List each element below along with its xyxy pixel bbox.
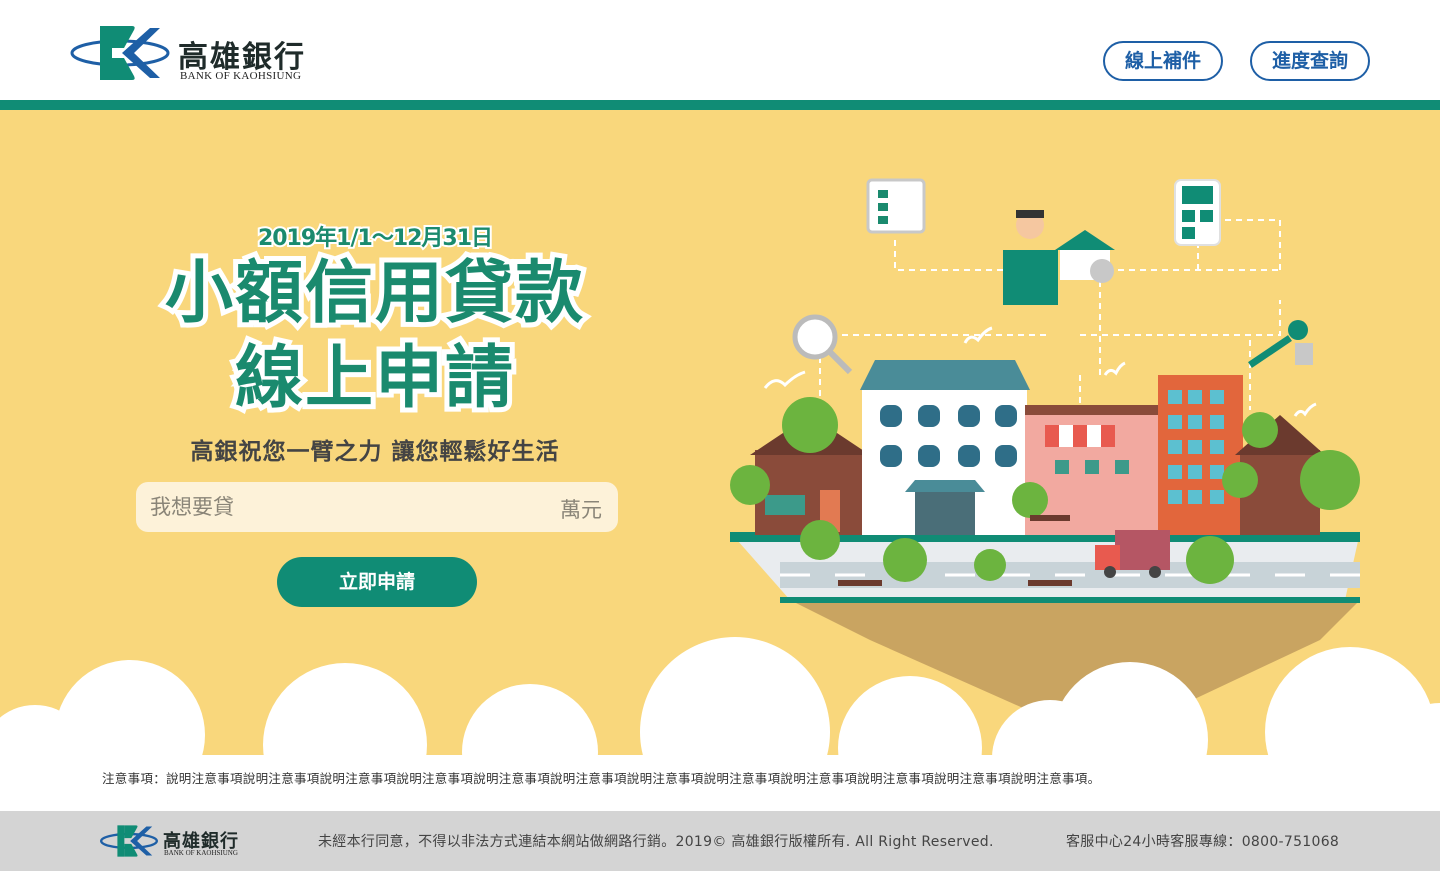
promo-date-range: 2019年1/1～12月31日: [256, 224, 495, 253]
hero-banner: 2019年1/1～12月31日 小額信用貸款 線上申請 高銀祝您一臂之力 讓您輕…: [0, 110, 1440, 765]
loan-amount-field[interactable]: 萬元: [136, 482, 618, 532]
hero-title-line2: 線上申請: [230, 339, 518, 418]
hero-slogan: 高銀祝您一臂之力 讓您輕鬆好生活: [190, 439, 560, 465]
disclaimer-notes: 注意事項：說明注意事項說明注意事項說明注意事項說明注意事項說明注意事項說明注意事…: [102, 771, 1101, 786]
progress-query-button[interactable]: 進度查詢: [1250, 41, 1370, 81]
footer-logo-mark-icon: [100, 825, 158, 857]
copyright-text: 未經本行同意，不得以非法方式連結本網站做網路行銷。2019© 高雄銀行版權所有.…: [318, 834, 994, 850]
footer-bank-logo[interactable]: 高雄銀行 BANK OF KAOHSIUNG: [100, 823, 260, 859]
hero-title-line1: 小額信用貸款: [160, 254, 588, 333]
footer-bank-name-en: BANK OF KAOHSIUNG: [164, 849, 238, 857]
cloud-border: [0, 637, 1440, 765]
site-header: 高雄銀行 BANK OF KAOHSIUNG 線上補件 進度查詢: [0, 0, 1440, 100]
bank-logo-mark-icon: [70, 26, 170, 80]
header-divider: [0, 100, 1440, 110]
online-supplement-button[interactable]: 線上補件: [1103, 41, 1223, 81]
amount-unit: 萬元: [560, 498, 602, 522]
bank-logo[interactable]: 高雄銀行 BANK OF KAOHSIUNG: [70, 22, 330, 84]
loan-amount-input[interactable]: [150, 482, 530, 532]
bank-name-en: BANK OF KAOHSIUNG: [180, 70, 302, 82]
site-footer: 高雄銀行 BANK OF KAOHSIUNG 未經本行同意，不得以非法方式連結本…: [0, 811, 1440, 871]
service-hotline: 客服中心24小時客服專線：0800-751068: [1066, 834, 1340, 850]
apply-now-button[interactable]: 立即申請: [277, 557, 477, 607]
